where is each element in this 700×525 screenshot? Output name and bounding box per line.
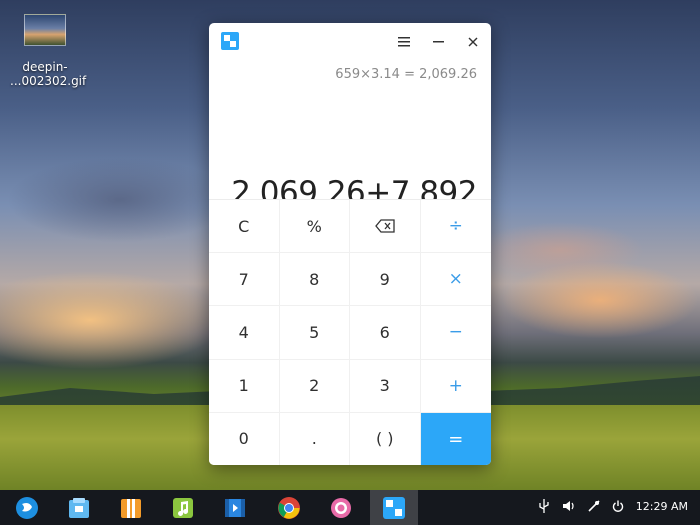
backspace-icon (374, 219, 395, 233)
calculator-icon (383, 496, 405, 519)
digit-2-button[interactable]: 2 (279, 359, 350, 413)
digit-4-button[interactable]: 4 (209, 306, 280, 360)
hamburger-icon (398, 37, 410, 47)
digit-8-button[interactable]: 8 (279, 253, 350, 307)
close-icon (468, 37, 478, 47)
settings-gear-icon (331, 498, 351, 518)
app-store-icon (69, 498, 89, 518)
menu-button[interactable] (393, 31, 415, 53)
key-label: 0 (238, 429, 249, 449)
video-button[interactable] (220, 493, 250, 523)
backspace-button[interactable] (350, 200, 421, 254)
minimize-button[interactable] (427, 31, 449, 53)
minimize-icon (432, 41, 444, 43)
close-button[interactable] (462, 31, 484, 53)
digit-1-button[interactable]: 1 (209, 359, 280, 413)
key-label: C (238, 216, 250, 236)
clear-button[interactable]: C (209, 200, 280, 254)
key-label: 8 (309, 269, 320, 289)
image-thumbnail-icon (24, 14, 66, 46)
calculator-window: 659×3.14 = 2,069.26 2,069.26+7,892 C% ÷ 7 8… (209, 23, 491, 465)
add-button[interactable]: + (420, 359, 491, 413)
music-button[interactable] (168, 493, 198, 523)
digit-9-button[interactable]: 9 (350, 253, 421, 307)
key-label: ÷ (448, 216, 463, 237)
key-label: − (448, 322, 463, 343)
taskbar: 12:29 AM (0, 490, 700, 525)
key-label: × (448, 269, 463, 290)
divide-button[interactable]: ÷ (420, 200, 491, 254)
key-label: 5 (309, 322, 320, 342)
calculator-app-icon (221, 32, 239, 50)
key-label: = (448, 428, 464, 450)
power-icon[interactable] (612, 500, 624, 515)
key-label: 9 (379, 269, 390, 289)
archive-manager-button[interactable] (116, 493, 146, 523)
settings-button[interactable] (326, 493, 356, 523)
key-label: 4 (238, 322, 249, 342)
system-tray (538, 490, 624, 525)
volume-icon[interactable] (562, 500, 576, 515)
browser-icon (278, 497, 300, 519)
decimal-button[interactable]: . (279, 412, 350, 465)
video-icon (225, 499, 245, 517)
history-line: 659×3.14 = 2,069.26 (335, 67, 477, 82)
key-label: 6 (379, 322, 390, 342)
browser-button[interactable] (274, 493, 304, 523)
keypad: C% ÷ 7 8 9 × 4 5 6 − 1 2 3 +0. ( ) = (209, 199, 491, 465)
key-label: 2 (309, 376, 320, 396)
digit-5-button[interactable]: 5 (279, 306, 350, 360)
key-label: ( ) (375, 429, 394, 449)
digit-7-button[interactable]: 7 (209, 253, 280, 307)
percent-button[interactable]: % (279, 200, 350, 254)
key-label: % (306, 216, 322, 236)
desktop-file-label: deepin- ...002302.gif (10, 60, 87, 88)
desktop-file-icon[interactable]: deepin- ...002302.gif (10, 14, 87, 88)
usb-icon[interactable] (538, 499, 550, 516)
key-label: + (448, 375, 463, 396)
network-icon[interactable] (588, 500, 600, 515)
launcher-icon (16, 497, 38, 519)
calculator-taskbar-button[interactable] (370, 490, 418, 525)
archive-manager-icon (121, 499, 141, 518)
music-icon (173, 498, 193, 518)
digit-6-button[interactable]: 6 (350, 306, 421, 360)
digit-0-button[interactable]: 0 (209, 412, 280, 465)
key-label: 1 (238, 376, 249, 396)
launcher-button[interactable] (12, 493, 42, 523)
parentheses-button[interactable]: ( ) (350, 412, 421, 465)
key-label: . (311, 429, 317, 449)
digit-3-button[interactable]: 3 (350, 359, 421, 413)
app-store-button[interactable] (64, 493, 94, 523)
subtract-button[interactable]: − (420, 306, 491, 360)
key-label: 7 (238, 269, 249, 289)
taskbar-clock[interactable]: 12:29 AM (636, 500, 688, 513)
multiply-button[interactable]: × (420, 253, 491, 307)
title-bar[interactable] (209, 23, 491, 61)
key-label: 3 (379, 376, 390, 396)
equals-button[interactable]: = (420, 412, 491, 465)
